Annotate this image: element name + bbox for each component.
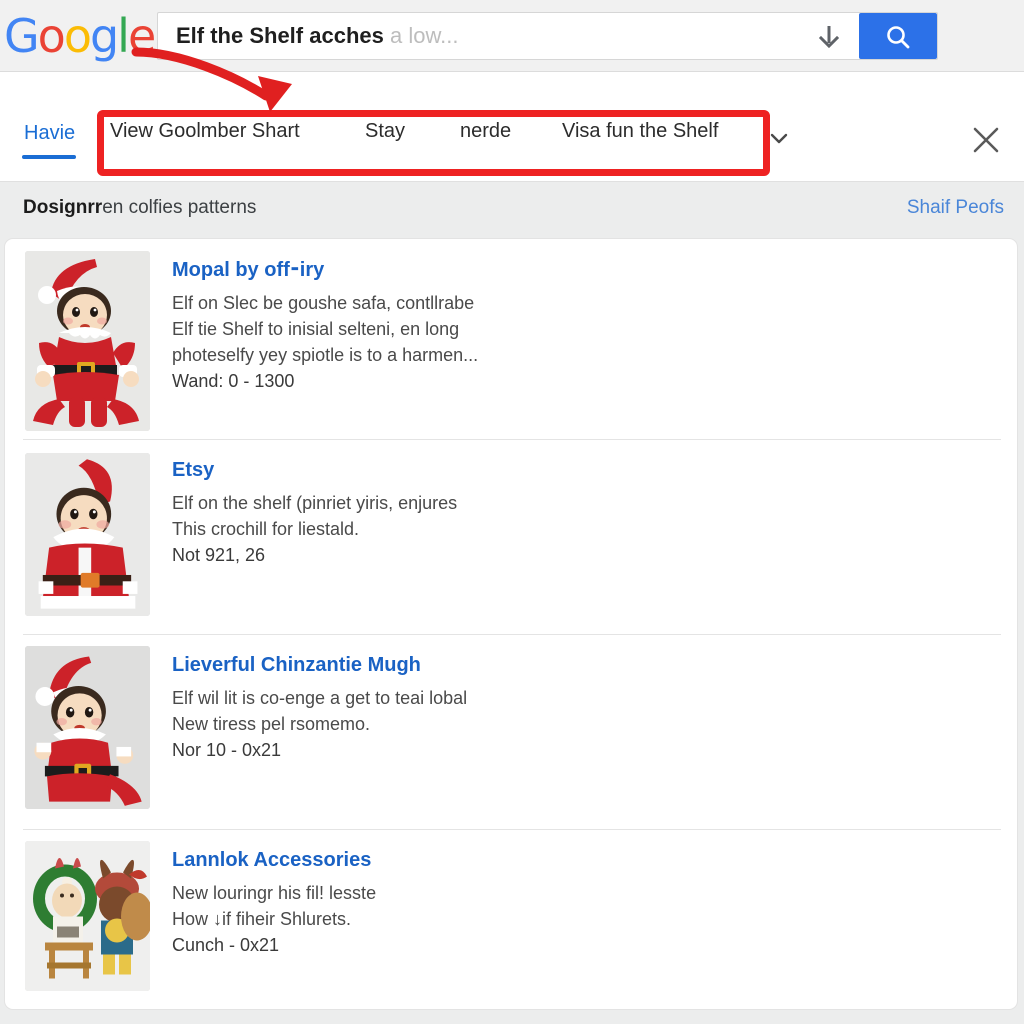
row-divider <box>23 439 1001 440</box>
search-query-rest: a low... <box>383 23 459 48</box>
tab-item-3[interactable]: Visa fun the Shelf <box>562 120 718 143</box>
result-title-link[interactable]: Etsy <box>172 457 457 483</box>
google-logo-letter-5: e <box>127 9 156 63</box>
subheader-title-rest: en colfies patterns <box>102 197 257 218</box>
shaif-peofs-link[interactable]: Shaif Peofs <box>907 197 1004 219</box>
result-title-link[interactable]: Mopal by off⁃iry <box>172 257 478 283</box>
result-title-link[interactable]: Lieverful Chinzantie Mugh <box>172 652 467 678</box>
result-meta: Wand: 0 - 1300 <box>172 371 295 391</box>
subheader-title-bold: Dosignrr <box>23 197 103 218</box>
result-item: Etsy Elf on the shelf (pinriet yiris, enj… <box>172 457 457 568</box>
search-button[interactable] <box>859 13 937 59</box>
top-search-bar: Google Elf the Shelf acches a low... <box>0 0 1024 72</box>
tab-list: View Goolmber Shart Stay nerde Visa fun the… <box>110 120 760 154</box>
row-divider <box>23 634 1001 635</box>
result-item: Lannlok Accessories New louringr his fil!… <box>172 847 376 958</box>
results-subheader: Dosignrren colfies patterns Shaif Peofs <box>0 182 1024 238</box>
search-input[interactable]: Elf the Shelf acches a low... <box>157 12 938 60</box>
result-snippet-line-1: How ↓if fiheir Shlurets. <box>172 909 352 929</box>
google-logo-letter-2: o <box>63 9 92 63</box>
google-logo[interactable]: Google <box>4 9 156 63</box>
result-meta: Not 921, 26 <box>172 545 266 565</box>
result-meta: Cunch - 0x21 <box>172 935 280 955</box>
result-snippet-line-1: This crochill for liestald. <box>172 519 360 539</box>
close-icon[interactable] <box>968 122 1004 158</box>
google-logo-letter-0: G <box>4 9 40 63</box>
tab-item-0[interactable]: View Goolmber Shart <box>110 120 300 143</box>
elf-accessories-group-thumbnail[interactable] <box>25 841 150 991</box>
google-logo-letter-4: l <box>117 9 130 63</box>
elf-doll-lying-thumbnail[interactable] <box>25 646 150 809</box>
category-tab-bar: Havie View Goolmber Shart Stay nerde Visa f… <box>0 72 1024 182</box>
tab-item-2[interactable]: nerde <box>460 120 511 143</box>
google-logo-letter-1: o <box>37 9 66 63</box>
result-snippet-line-0: New louringr his fil! lesste <box>172 883 377 903</box>
tab-home-active-indicator <box>22 155 76 159</box>
results-card: Mopal by off⁃iry Elf on Slec be goushe sa… <box>4 238 1018 1010</box>
search-input-value: Elf the Shelf acches a low... <box>176 13 458 59</box>
elf-doll-coat-thumbnail[interactable] <box>25 453 150 616</box>
result-item: Lieverful Chinzantie Mugh Elf wil lit is … <box>172 652 467 763</box>
result-meta: Nor 10 - 0x21 <box>172 740 282 760</box>
tab-item-1[interactable]: Stay <box>365 120 405 143</box>
result-snippet-line-0: Elf on the shelf (pinriet yiris, enjures <box>172 493 458 513</box>
result-title-link[interactable]: Lannlok Accessories <box>172 847 376 873</box>
google-logo-letter-3: g <box>89 9 119 63</box>
tab-home[interactable]: Havie <box>24 122 75 145</box>
result-snippet-line-1: New tiress pel rsomemo. <box>172 714 371 734</box>
download-arrow-icon[interactable] <box>817 24 841 50</box>
chevron-down-icon[interactable] <box>768 127 790 149</box>
result-snippet-line-1: Elf tie Shelf to inisial selteni, en lon… <box>172 319 460 339</box>
search-query-bold: Elf the Shelf acches <box>176 23 384 48</box>
result-snippet-line-2: photeselfy yey spiotle is to a harmen... <box>172 345 479 365</box>
subheader-title: Dosignrren colfies patterns <box>23 197 256 219</box>
result-snippet-line-0: Elf on Slec be goushe safa, contllrabe <box>172 293 475 313</box>
row-divider <box>23 829 1001 830</box>
result-item: Mopal by off⁃iry Elf on Slec be goushe sa… <box>172 257 478 394</box>
elf-doll-sitting-thumbnail[interactable] <box>25 251 150 431</box>
result-snippet-line-0: Elf wil lit is co-enge a get to teai lob… <box>172 688 468 708</box>
